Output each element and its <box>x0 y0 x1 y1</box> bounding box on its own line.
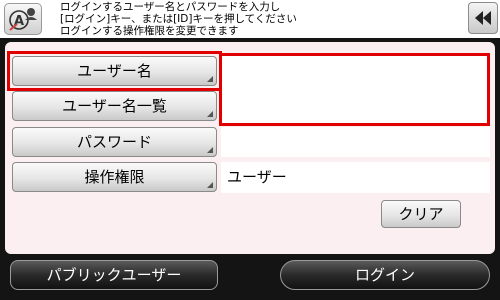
username-list-button-label: ユーザー名一覧 <box>62 97 167 115</box>
svg-text:A: A <box>14 14 24 29</box>
corner-triangle-icon <box>207 111 213 117</box>
clear-button[interactable]: クリア <box>381 200 461 228</box>
login-screen: A ログインするユーザー名とパスワードを入力し [ログイン]キー、または[ID]… <box>0 0 500 300</box>
password-button-label: パスワード <box>76 133 152 151</box>
public-user-button-label: パブリックユーザー <box>46 266 182 284</box>
password-field[interactable] <box>221 127 490 157</box>
instruction-line-2: [ログイン]キー、または[ID]キーを押してください <box>60 13 297 25</box>
authority-button-label: 操作権限 <box>84 168 145 186</box>
authority-button[interactable]: 操作権限 <box>12 162 217 192</box>
user-login-icon: A <box>4 3 42 35</box>
password-button[interactable]: パスワード <box>12 127 217 157</box>
login-button-label: ログイン <box>354 266 415 284</box>
corner-triangle-icon <box>207 76 213 82</box>
corner-triangle-icon <box>207 182 213 188</box>
double-left-arrow-icon <box>475 11 491 25</box>
username-field[interactable] <box>219 53 490 126</box>
public-user-button[interactable]: パブリックユーザー <box>10 260 218 290</box>
username-button-label: ユーザー名 <box>77 62 152 80</box>
instruction-line-3: ログインする操作権限を変更できます <box>60 25 239 37</box>
clear-button-label: クリア <box>398 205 444 223</box>
corner-triangle-icon <box>207 147 213 153</box>
header-bar: A ログインするユーザー名とパスワードを入力し [ログイン]キー、または[ID]… <box>0 0 500 38</box>
authority-field: ユーザー <box>221 162 490 193</box>
username-button[interactable]: ユーザー名 <box>12 56 217 86</box>
back-button[interactable] <box>468 2 498 34</box>
username-list-button[interactable]: ユーザー名一覧 <box>12 91 217 121</box>
instruction-line-1: ログインするユーザー名とパスワードを入力し <box>60 1 281 13</box>
login-button[interactable]: ログイン <box>280 260 490 290</box>
instruction-text: ログインするユーザー名とパスワードを入力し [ログイン]キー、または[ID]キー… <box>60 1 440 37</box>
